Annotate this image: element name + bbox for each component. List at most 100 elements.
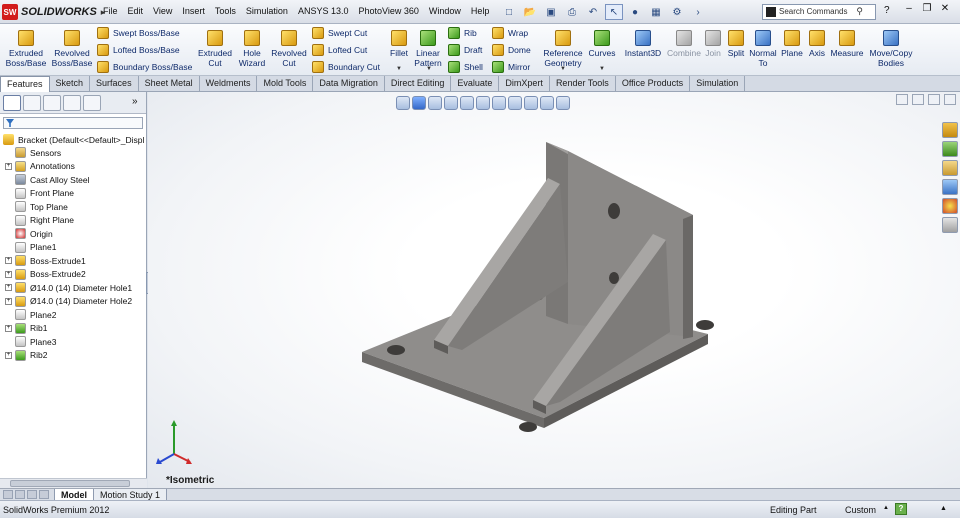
save-icon[interactable]: ▣ xyxy=(542,4,560,20)
more-chevron-icon[interactable]: › xyxy=(689,4,707,20)
dimxpert-manager-tab-icon[interactable] xyxy=(63,95,81,111)
linear-pattern-button[interactable]: Linear Pattern xyxy=(412,30,444,68)
extruded-cut-button[interactable]: Extruded Cut xyxy=(194,30,236,68)
tree-item[interactable]: +Top Plane xyxy=(5,200,68,213)
plane-button[interactable]: Plane xyxy=(780,30,804,58)
tab-direct-editing[interactable]: Direct Editing xyxy=(385,76,452,92)
menu-tools[interactable]: Tools xyxy=(215,6,236,16)
file-explorer-icon[interactable] xyxy=(942,160,958,176)
tab-mold-tools[interactable]: Mold Tools xyxy=(257,76,314,92)
restore-icon[interactable]: ❐ xyxy=(920,3,934,17)
expand-toggle-icon[interactable]: + xyxy=(5,257,12,264)
undo-icon[interactable]: ↶ xyxy=(584,4,602,20)
fillet-button[interactable]: Fillet xyxy=(386,30,412,58)
tree-item[interactable]: +Sensors xyxy=(5,146,61,159)
tree-item[interactable]: +Plane1 xyxy=(5,241,56,254)
rebuild-icon[interactable]: ● xyxy=(626,4,644,20)
open-folder-icon[interactable]: 📂 xyxy=(521,4,539,20)
tree-item[interactable]: + Ø14.0 (14) Diameter Hole2 xyxy=(5,295,132,308)
tree-root-part[interactable]: Bracket (Default<<Default>_Displ xyxy=(3,133,144,146)
expand-toggle-icon[interactable]: + xyxy=(5,270,12,278)
property-manager-tab-icon[interactable] xyxy=(23,95,41,111)
custom-properties-icon[interactable] xyxy=(942,217,958,233)
options-gear-icon[interactable]: ⚙ xyxy=(668,4,686,20)
tab-simulation[interactable]: Simulation xyxy=(690,76,746,92)
expand-toggle-icon[interactable]: + xyxy=(5,162,12,170)
tab-weldments[interactable]: Weldments xyxy=(200,76,258,92)
lofted-boss-button[interactable]: Lofted Boss/Base xyxy=(97,43,180,57)
units-dropdown-icon[interactable]: ▲ xyxy=(883,505,889,511)
tree-item[interactable]: +Right Plane xyxy=(5,214,74,227)
dome-button[interactable]: Dome xyxy=(492,43,531,57)
draft-button[interactable]: Draft xyxy=(448,43,482,57)
extruded-boss-button[interactable]: Extruded Boss/Base xyxy=(4,30,48,68)
last-tab-arrow-icon[interactable] xyxy=(39,490,49,499)
tab-render-tools[interactable]: Render Tools xyxy=(550,76,616,92)
hole-wizard-button[interactable]: Hole Wizard xyxy=(236,30,268,68)
status-expand-icon[interactable]: ▲ xyxy=(940,505,947,512)
new-document-icon[interactable]: □ xyxy=(500,4,518,20)
tab-evaluate[interactable]: Evaluate xyxy=(451,76,500,92)
fillet-dropdown-icon[interactable]: ▼ xyxy=(396,66,402,72)
menu-window[interactable]: Window xyxy=(429,6,461,16)
rib-button[interactable]: Rib xyxy=(448,26,477,40)
menu-file[interactable]: File xyxy=(103,6,118,16)
unit-system[interactable]: Custom xyxy=(845,505,876,515)
search-icon[interactable]: ⚲ xyxy=(856,6,863,17)
tab-sketch[interactable]: Sketch xyxy=(50,76,91,92)
expand-toggle-icon[interactable]: + xyxy=(5,284,12,291)
measure-button[interactable]: Measure xyxy=(830,30,864,58)
tree-item[interactable]: + Boss-Extrude1 xyxy=(5,254,86,267)
axis-button[interactable]: Axis xyxy=(806,30,828,58)
tree-item[interactable]: +Front Plane xyxy=(5,187,74,200)
move-copy-bodies-button[interactable]: Move/Copy Bodies xyxy=(866,30,916,68)
reference-geometry-button[interactable]: Reference Geometry xyxy=(540,30,586,68)
instant3d-button[interactable]: Instant3D xyxy=(622,30,664,58)
swept-cut-button[interactable]: Swept Cut xyxy=(312,26,367,40)
close-icon[interactable]: ✕ xyxy=(938,3,952,17)
pattern-dropdown-icon[interactable]: ▼ xyxy=(426,66,432,72)
expand-toggle-icon[interactable]: + xyxy=(5,297,12,305)
feature-tree-tab-icon[interactable] xyxy=(3,95,21,111)
menu-insert[interactable]: Insert xyxy=(182,6,205,16)
file-properties-icon[interactable]: ▦ xyxy=(647,4,665,20)
graphics-area[interactable]: *Isometric xyxy=(148,92,960,488)
tree-item[interactable]: +Origin xyxy=(5,227,53,240)
lofted-cut-button[interactable]: Lofted Cut xyxy=(312,43,367,57)
feature-tree-scrollbar[interactable] xyxy=(0,478,147,488)
revolved-boss-button[interactable]: Revolved Boss/Base xyxy=(50,30,94,68)
tab-sheet-metal[interactable]: Sheet Metal xyxy=(139,76,200,92)
menu-edit[interactable]: Edit xyxy=(128,6,144,16)
help-question-icon[interactable]: ? xyxy=(895,503,907,515)
minimize-icon[interactable]: – xyxy=(902,3,916,17)
tree-item[interactable]: +Cast Alloy Steel xyxy=(5,173,90,186)
tree-item[interactable]: + Annotations xyxy=(5,160,75,173)
tab-surfaces[interactable]: Surfaces xyxy=(90,76,139,92)
tab-data-migration[interactable]: Data Migration xyxy=(313,76,385,92)
curves-dropdown-icon[interactable]: ▼ xyxy=(599,66,605,72)
menu-ansys[interactable]: ANSYS 13.0 xyxy=(298,6,349,16)
mirror-button[interactable]: Mirror xyxy=(492,60,530,74)
wrap-button[interactable]: Wrap xyxy=(492,26,528,40)
reference-dropdown-icon[interactable]: ▼ xyxy=(560,66,566,72)
boundary-cut-button[interactable]: Boundary Cut xyxy=(312,60,380,74)
expand-toggle-icon[interactable]: + xyxy=(5,324,12,332)
tree-item[interactable]: + Rib1 xyxy=(5,322,47,335)
expand-toggle-icon[interactable]: + xyxy=(5,351,12,359)
solidworks-logo[interactable]: SW SOLIDWORKS ▸ xyxy=(2,3,105,21)
menu-view[interactable]: View xyxy=(153,6,172,16)
tab-features[interactable]: Features xyxy=(0,76,50,92)
select-pointer-icon[interactable]: ↖ xyxy=(605,4,623,20)
shell-button[interactable]: Shell xyxy=(448,60,483,74)
feature-tree-filter[interactable] xyxy=(3,117,143,129)
tab-office-products[interactable]: Office Products xyxy=(616,76,691,92)
prev-tab-arrow-icon[interactable] xyxy=(15,490,25,499)
menu-simulation[interactable]: Simulation xyxy=(246,6,288,16)
help-icon[interactable]: ? xyxy=(884,5,890,16)
appearances-scenes-icon[interactable] xyxy=(942,198,958,214)
curves-button[interactable]: Curves xyxy=(586,30,618,58)
tree-item[interactable]: +Plane3 xyxy=(5,335,56,348)
bracket-model[interactable] xyxy=(148,92,960,488)
expand-chevron-icon[interactable]: » xyxy=(132,96,138,107)
menu-photoview[interactable]: PhotoView 360 xyxy=(358,6,418,16)
